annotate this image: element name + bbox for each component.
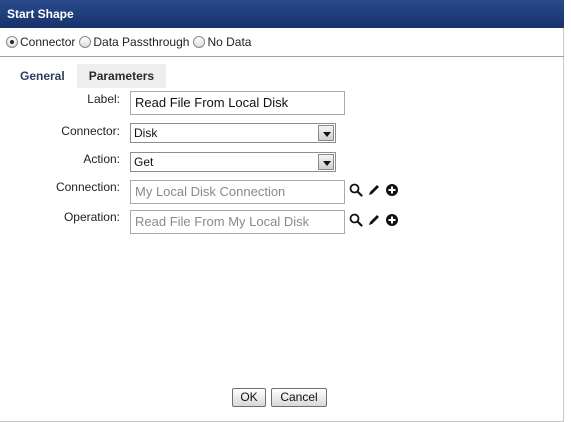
dialog-title: Start Shape	[0, 0, 564, 28]
operation-edit-pencil-icon[interactable]	[366, 212, 382, 228]
label-field-caption: Label:	[87, 92, 120, 106]
radio-connector-label[interactable]: Connector	[20, 35, 75, 49]
header-divider	[0, 56, 564, 57]
operation-search-icon[interactable]	[348, 212, 364, 228]
operation-field[interactable]: Read File From My Local Disk	[130, 210, 345, 234]
action-select[interactable]: Get	[130, 152, 336, 172]
connection-field-caption: Connection:	[55, 180, 120, 194]
action-field-caption: Action:	[83, 152, 120, 166]
radio-data-passthrough-label[interactable]: Data Passthrough	[93, 35, 189, 49]
tab-bar: General Parameters	[8, 64, 167, 88]
connector-dropdown-arrow-icon[interactable]	[318, 125, 334, 141]
radio-no-data[interactable]: No Data	[193, 35, 251, 49]
label-input[interactable]: Read File From Local Disk	[130, 91, 345, 115]
radio-connector[interactable]: Connector	[6, 35, 75, 49]
connection-actions	[348, 182, 402, 198]
connection-edit-pencil-icon[interactable]	[366, 182, 382, 198]
connection-field[interactable]: My Local Disk Connection	[130, 180, 345, 204]
radio-data-passthrough-indicator[interactable]	[79, 36, 92, 48]
ok-button[interactable]: OK	[232, 388, 266, 407]
operation-actions	[348, 212, 402, 228]
connection-search-icon[interactable]	[348, 182, 364, 198]
connector-field-caption: Connector:	[61, 124, 120, 138]
action-select-value: Get	[134, 155, 154, 169]
cancel-button[interactable]: Cancel	[271, 388, 327, 407]
radio-connector-indicator[interactable]	[6, 36, 18, 48]
start-shape-dialog: Start Shape Connector Data Passthrough N…	[0, 0, 564, 422]
connector-select-value: Disk	[134, 126, 158, 140]
action-dropdown-arrow-icon[interactable]	[318, 154, 334, 170]
operation-field-caption: Operation:	[63, 210, 120, 224]
radio-no-data-label[interactable]: No Data	[207, 35, 251, 49]
radio-no-data-indicator[interactable]	[193, 36, 206, 48]
operation-add-plus-circle-icon[interactable]	[384, 212, 400, 228]
connector-select[interactable]: Disk	[130, 123, 336, 143]
tab-general[interactable]: General	[8, 64, 77, 88]
radio-data-passthrough[interactable]: Data Passthrough	[79, 35, 189, 49]
connection-add-plus-circle-icon[interactable]	[384, 182, 400, 198]
start-type-radio-group: Connector Data Passthrough No Data	[6, 33, 255, 51]
tab-parameters[interactable]: Parameters	[76, 64, 167, 88]
